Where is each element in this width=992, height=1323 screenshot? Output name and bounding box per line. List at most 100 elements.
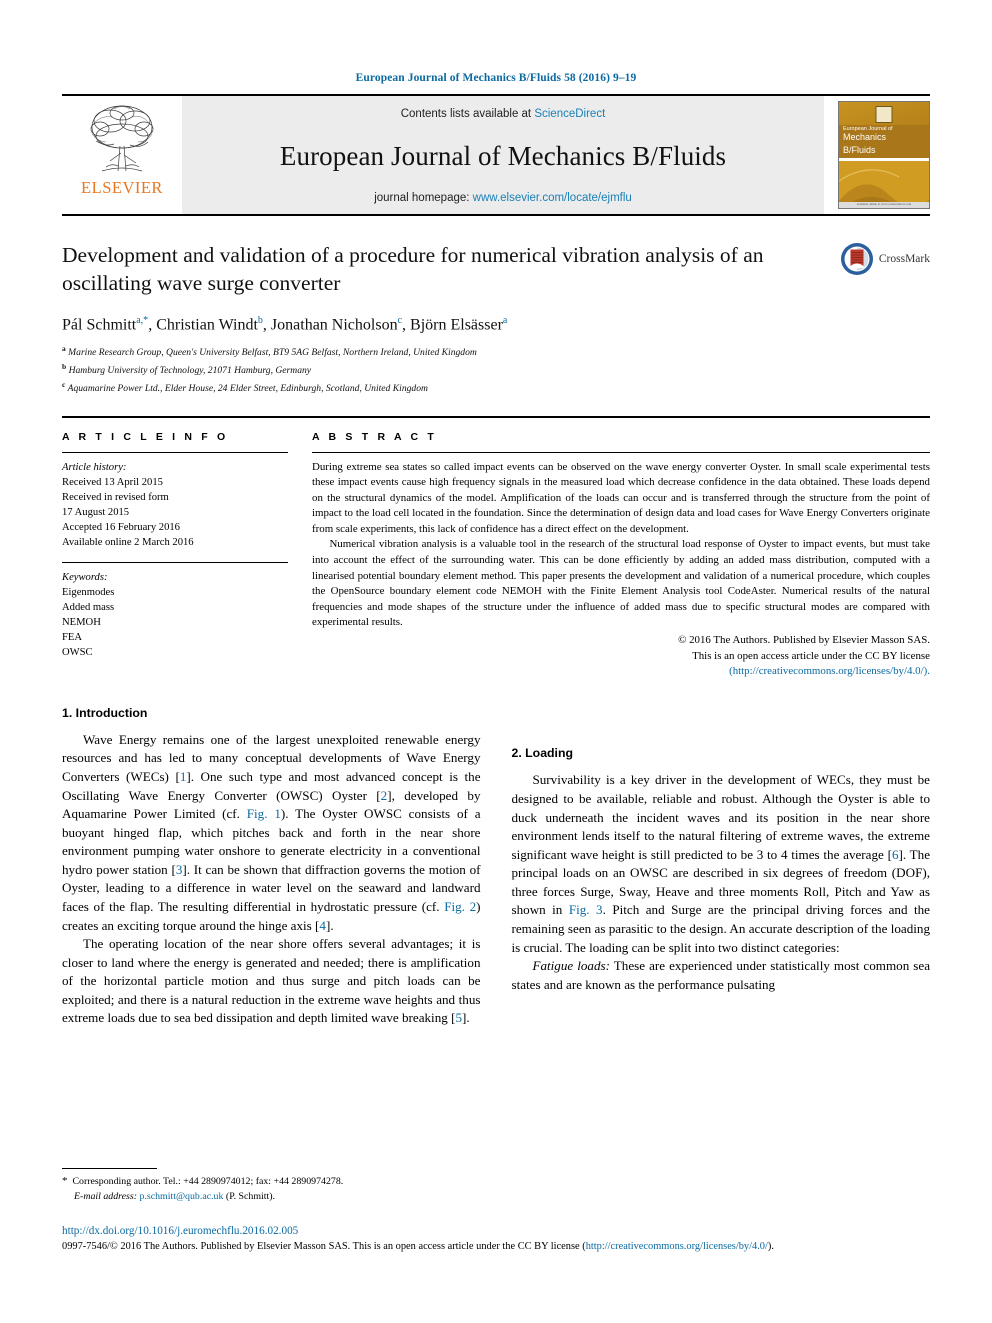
body-paragraph: Wave Energy remains one of the largest u… bbox=[62, 731, 481, 935]
corresponding-author-text: Corresponding author. Tel.: +44 28909740… bbox=[72, 1176, 344, 1187]
license-url-link[interactable]: http://creativecommons.org/licenses/by/4… bbox=[586, 1241, 768, 1252]
contents-available-line: Contents lists available at ScienceDirec… bbox=[401, 108, 606, 120]
doi-link[interactable]: http://dx.doi.org/10.1016/j.euromechflu.… bbox=[62, 1224, 930, 1239]
journal-masthead: ELSEVIER Contents lists available at Sci… bbox=[62, 94, 930, 216]
author-name[interactable]: Björn Elsässer bbox=[410, 316, 503, 333]
abstract-paragraph: During extreme sea states so called impa… bbox=[312, 460, 930, 535]
author-marks: c bbox=[397, 315, 403, 327]
affiliation-text: Marine Research Group, Queen's Universit… bbox=[68, 347, 477, 359]
keyword-item: NEMOH bbox=[62, 616, 101, 628]
abstract-column: A B S T R A C T During extreme sea state… bbox=[312, 431, 930, 680]
body-column-right: 2. Loading Survivability is a key driver… bbox=[512, 706, 931, 1028]
body-columns: 1. Introduction Wave Energy remains one … bbox=[62, 706, 930, 1028]
issn-copyright-line: 0997-7546/© 2016 The Authors. Published … bbox=[62, 1240, 930, 1254]
cover-emblem-icon bbox=[875, 106, 893, 123]
cover-line1: European Journal of bbox=[843, 125, 893, 132]
masthead-center: Contents lists available at ScienceDirec… bbox=[182, 96, 824, 214]
corresponding-author-footnote: * Corresponding author. Tel.: +44 289097… bbox=[62, 1168, 462, 1204]
keyword-item: OWSC bbox=[62, 646, 93, 658]
journal-cover-thumbnail: European Journal of Mechanics B/Fluids a… bbox=[838, 96, 930, 214]
copyright-line: © 2016 The Authors. Published by Elsevie… bbox=[678, 634, 930, 647]
history-item: Accepted 16 February 2016 bbox=[62, 521, 180, 533]
article-info-column: A R T I C L E I N F O Article history: R… bbox=[62, 431, 312, 680]
email-attribution: (P. Schmitt). bbox=[225, 1190, 276, 1202]
author-list: Pál Schmitta,*, Christian Windtb, Jonath… bbox=[62, 315, 508, 334]
page-title: Development and validation of a procedur… bbox=[62, 243, 764, 295]
author-marks: a,* bbox=[136, 315, 149, 327]
homepage-prefix: journal homepage: bbox=[374, 192, 473, 204]
footnote-line: * Corresponding author. Tel.: +44 289097… bbox=[62, 1174, 462, 1190]
elsevier-tree-icon bbox=[90, 105, 154, 172]
affiliation-item: c Aquamarine Power Ltd., Elder House, 24… bbox=[62, 379, 930, 397]
running-head: European Journal of Mechanics B/Fluids 5… bbox=[355, 72, 637, 84]
journal-title: European Journal of Mechanics B/Fluids bbox=[279, 140, 727, 171]
page-footer: http://dx.doi.org/10.1016/j.euromechflu.… bbox=[62, 1224, 930, 1254]
keyword-item: Added mass bbox=[62, 601, 115, 613]
figure-ref[interactable]: Fig. 3 bbox=[569, 902, 603, 917]
text-run: ]. bbox=[461, 1010, 470, 1026]
email-address-label: E-mail address: bbox=[74, 1190, 137, 1202]
keywords-block: Keywords: Eigenmodes Added mass NEMOH FE… bbox=[62, 570, 288, 660]
section-heading-loading: 2. Loading bbox=[511, 746, 574, 761]
abstract-heading: A B S T R A C T bbox=[312, 430, 437, 443]
license-link[interactable]: (http://creativecommons.org/licenses/by/… bbox=[312, 664, 930, 680]
affiliation-mark: c bbox=[62, 380, 66, 390]
homepage-url-link[interactable]: www.elsevier.com/locate/ejmflu bbox=[473, 192, 632, 204]
figure-ref[interactable]: Fig. 2 bbox=[444, 899, 476, 914]
affiliation-mark: a bbox=[62, 344, 66, 354]
elsevier-logo: ELSEVIER bbox=[62, 96, 182, 214]
email-link[interactable]: p.schmitt@qub.ac.uk bbox=[139, 1191, 223, 1202]
journal-article-page: European Journal of Mechanics B/Fluids 5… bbox=[0, 0, 992, 1323]
license-line: This is an open access article under the… bbox=[692, 649, 930, 662]
body-paragraph: The operating location of the near shore… bbox=[62, 935, 481, 1028]
body-paragraph: Fatigue loads: These are experienced und… bbox=[512, 957, 931, 994]
body-paragraph: Survivability is a key driver in the dev… bbox=[512, 771, 931, 957]
divider bbox=[312, 451, 930, 453]
author-name[interactable]: Christian Windt bbox=[156, 316, 258, 333]
affiliation-item: b Hamburg University of Technology, 2107… bbox=[62, 361, 930, 379]
abstract-body: During extreme sea states so called impa… bbox=[312, 460, 930, 632]
text-run: 0997-7546/© 2016 The Authors. Published … bbox=[62, 1240, 586, 1252]
figure-ref[interactable]: Fig. 1 bbox=[247, 806, 281, 821]
term-label: Fatigue loads: bbox=[532, 958, 610, 974]
article-title-block: CrossMark Development and validation of … bbox=[62, 242, 930, 398]
footnote-divider bbox=[62, 1168, 157, 1169]
crossmark-badge[interactable]: CrossMark bbox=[840, 242, 930, 276]
author-name[interactable]: Pál Schmitt bbox=[62, 316, 136, 333]
cover-wave-icon bbox=[839, 161, 929, 203]
sciencedirect-link[interactable]: ScienceDirect bbox=[534, 108, 605, 120]
author-marks: b bbox=[257, 315, 263, 327]
abstract-paragraph: Numerical vibration analysis is a valuab… bbox=[312, 538, 930, 629]
abstract-copyright: © 2016 The Authors. Published by Elsevie… bbox=[312, 633, 930, 680]
elsevier-wordmark: ELSEVIER bbox=[81, 178, 163, 197]
section-heading-introduction: 1. Introduction bbox=[62, 705, 148, 720]
keyword-item: FEA bbox=[62, 631, 83, 643]
text-run: Survivability is a key driver in the dev… bbox=[511, 772, 931, 862]
body-paragraph-continuation bbox=[512, 706, 931, 725]
text-run: ]. bbox=[325, 917, 334, 933]
cover-line2: Mechanics bbox=[843, 131, 887, 142]
cover-title-band: European Journal of Mechanics bbox=[839, 124, 929, 144]
text-run: ). bbox=[767, 1240, 774, 1252]
text-run: The operating location of the near shore… bbox=[62, 936, 481, 1026]
info-abstract-region: A R T I C L E I N F O Article history: R… bbox=[62, 415, 930, 680]
crossmark-label: CrossMark bbox=[878, 253, 930, 265]
contents-prefix: Contents lists available at bbox=[400, 108, 535, 120]
keywords-label: Keywords: bbox=[62, 571, 108, 583]
footnote-star-marker: * bbox=[62, 1175, 68, 1187]
affiliation-list: a Marine Research Group, Queen's Univers… bbox=[62, 343, 930, 397]
divider bbox=[62, 451, 288, 453]
divider bbox=[62, 561, 288, 563]
affiliation-item: a Marine Research Group, Queen's Univers… bbox=[62, 343, 930, 361]
cover-line3: B/Fluids bbox=[839, 144, 929, 158]
keyword-item: Eigenmodes bbox=[62, 586, 115, 598]
cover-footer-text: available online at www.sciencedirect.co… bbox=[839, 202, 929, 208]
cover-wave-graphic bbox=[839, 161, 929, 203]
article-history: Article history: Received 13 April 2015 … bbox=[62, 460, 288, 550]
footnote-email-line: E-mail address: p.schmitt@qub.ac.uk (P. … bbox=[62, 1190, 462, 1204]
author-name[interactable]: Jonathan Nicholson bbox=[271, 316, 398, 333]
history-item: Received 13 April 2015 bbox=[62, 476, 163, 488]
crossmark-icon bbox=[840, 243, 873, 275]
author-marks: a bbox=[502, 315, 508, 327]
affiliation-text: Aquamarine Power Ltd., Elder House, 24 E… bbox=[67, 383, 428, 395]
